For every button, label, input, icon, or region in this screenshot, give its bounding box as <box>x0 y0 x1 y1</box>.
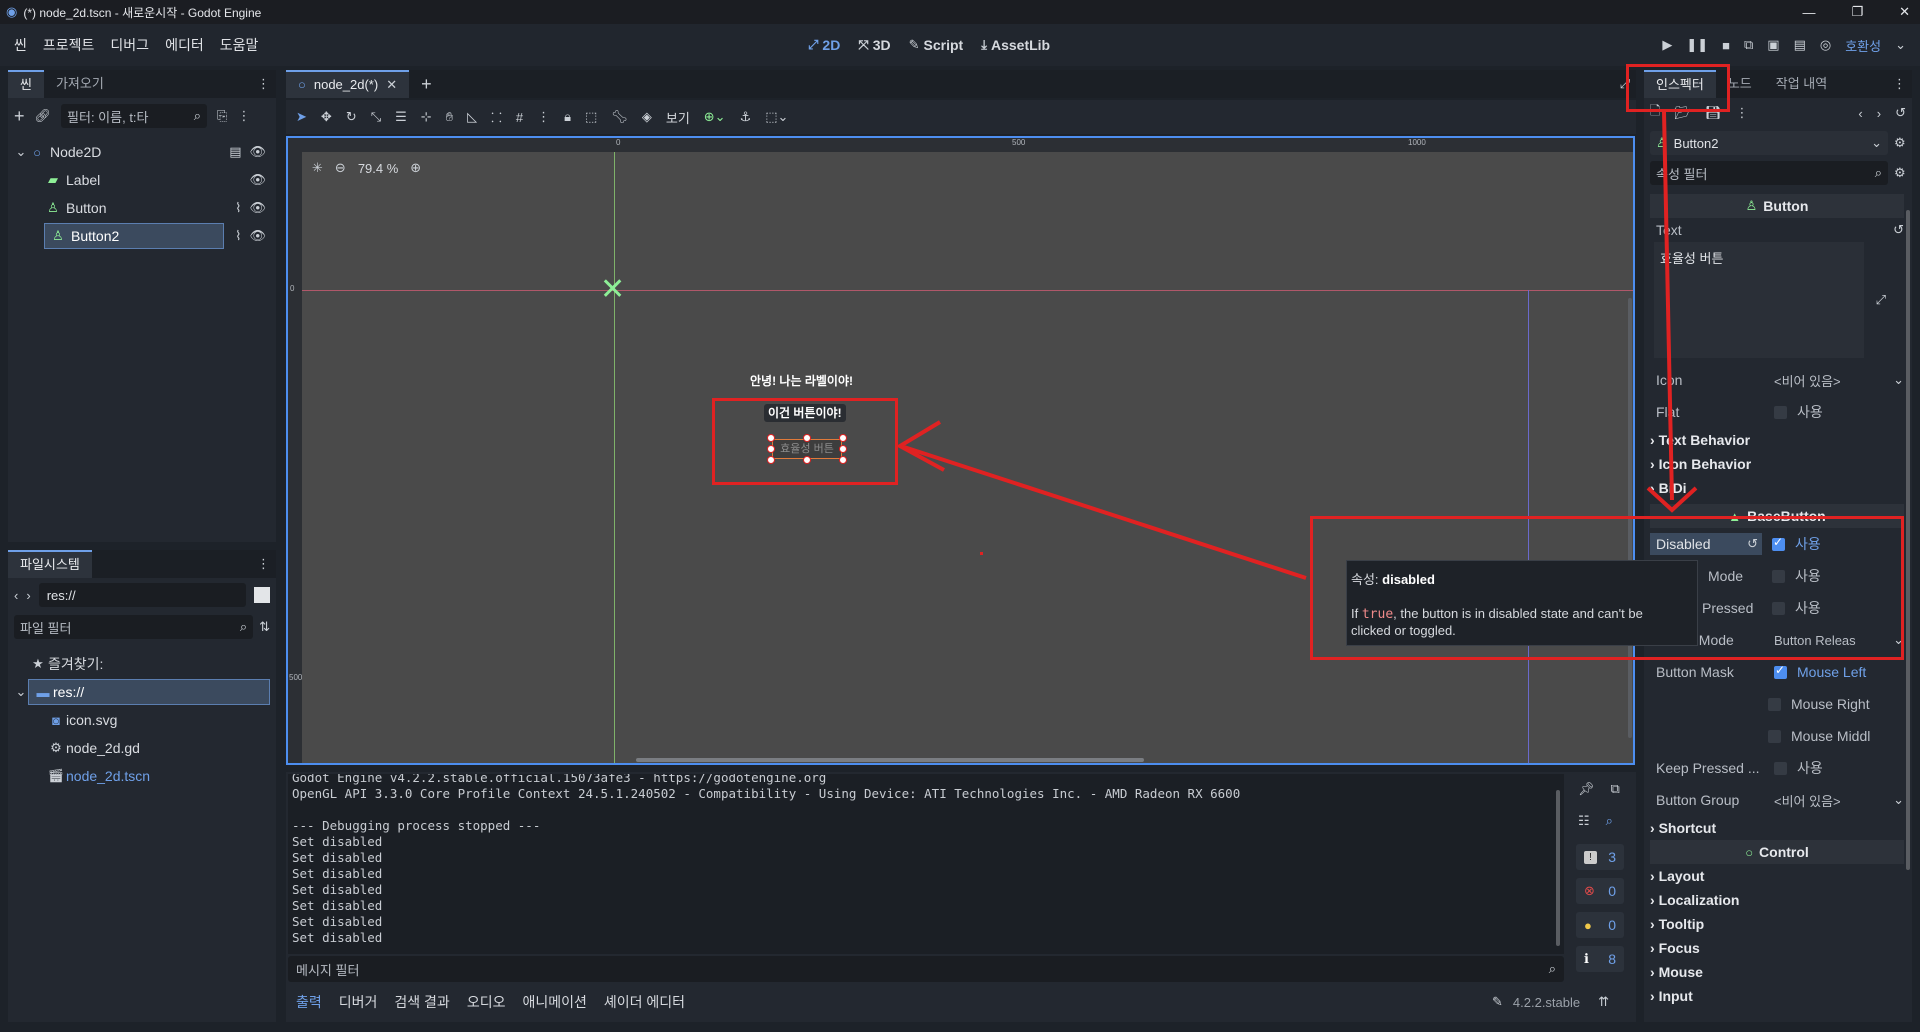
arrow-line-to-disabled <box>1662 111 1674 501</box>
arrow-line-to-button <box>903 445 1307 580</box>
annotation-arrows <box>895 111 1698 580</box>
